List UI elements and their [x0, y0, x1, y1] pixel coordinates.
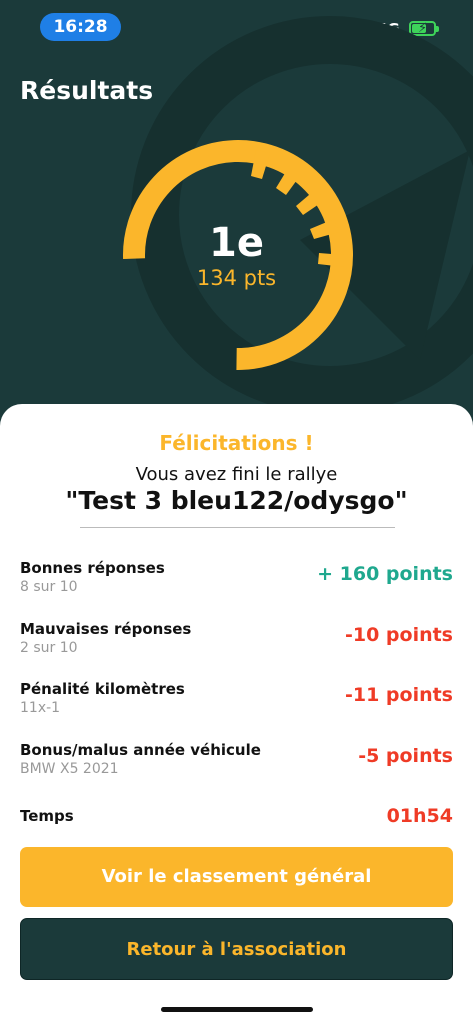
- row-sub: BMW X5 2021: [20, 761, 119, 777]
- divider: [80, 527, 395, 528]
- row-value: -5 points: [358, 745, 453, 767]
- row-sub: 2 sur 10: [20, 640, 78, 656]
- result-row-vehicle-bonus: Bonus/malus année véhicule BMW X5 2021 -…: [20, 741, 453, 783]
- row-value: 01h54: [386, 805, 453, 827]
- row-label: Mauvaises réponses: [20, 620, 192, 638]
- row-sub: 11x-1: [20, 700, 61, 716]
- row-value: + 160 points: [317, 563, 453, 585]
- row-label: Pénalité kilomètres: [20, 680, 185, 698]
- page-title: Résultats: [20, 76, 154, 105]
- row-sub: 8 sur 10: [20, 579, 78, 595]
- row-value: -10 points: [344, 624, 453, 646]
- back-to-association-button[interactable]: Retour à l'association: [20, 918, 453, 980]
- view-ranking-button[interactable]: Voir le classement général: [20, 847, 453, 907]
- result-row-time: Temps 01h54: [20, 805, 453, 847]
- rally-name: "Test 3 bleu122/odysgo": [65, 486, 408, 515]
- row-label: Bonnes réponses: [20, 559, 165, 577]
- row-value: -11 points: [344, 684, 453, 706]
- row-label: Bonus/malus année véhicule: [20, 741, 261, 759]
- results-card: Félicitations ! Vous avez fini le rallye…: [0, 404, 473, 1024]
- rank-label: 1e: [209, 220, 264, 266]
- result-row-km-penalty: Pénalité kilomètres 11x-1 -11 points: [20, 680, 453, 722]
- result-row-correct: Bonnes réponses 8 sur 10 + 160 points: [20, 559, 453, 601]
- row-label: Temps: [20, 807, 74, 825]
- points-label: 134 pts: [196, 266, 277, 290]
- result-row-wrong: Mauvaises réponses 2 sur 10 -10 points: [20, 620, 453, 662]
- congrats-heading: Félicitations !: [159, 431, 314, 455]
- completion-subtitle: Vous avez fini le rallye: [135, 464, 338, 485]
- home-indicator: [161, 1007, 313, 1012]
